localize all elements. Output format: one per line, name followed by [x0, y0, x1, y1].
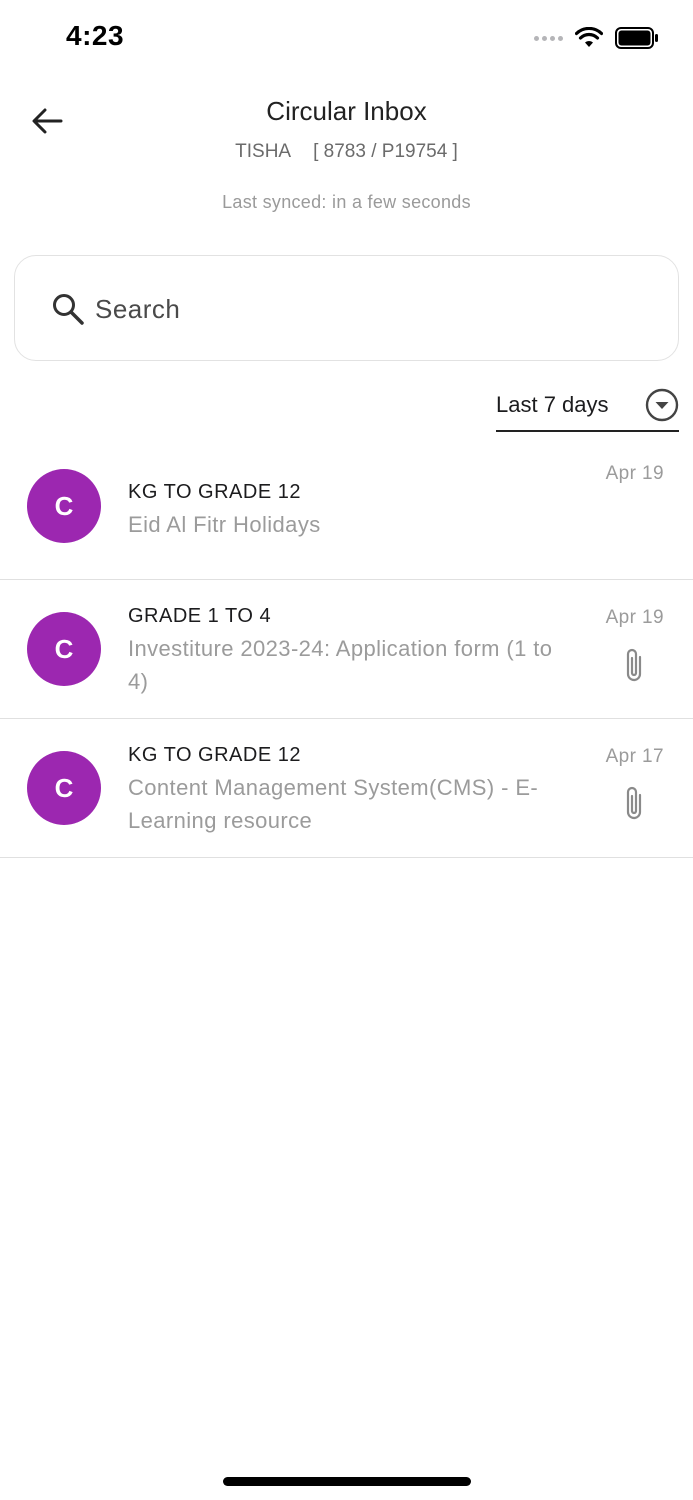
circular-item[interactable]: C KG TO GRADE 12 Eid Al Fitr Holidays Ap… [0, 438, 693, 580]
search-box[interactable] [14, 255, 679, 361]
page-title: Circular Inbox [266, 96, 427, 126]
student-name: TISHA [235, 141, 292, 162]
attachment-icon[interactable] [621, 646, 647, 686]
circular-date: Apr 19 [605, 607, 664, 628]
search-icon [53, 294, 84, 325]
circular-item[interactable]: C KG TO GRADE 12 Content Management Syst… [0, 719, 693, 858]
circular-subject: Content Management System(CMS) - E-Learn… [128, 775, 539, 833]
circular-item[interactable]: C GRADE 1 TO 4 Investiture 2023-24: Appl… [0, 580, 693, 719]
circular-subject: Investiture 2023-24: Application form (1… [128, 636, 553, 694]
filter-selected-value: Last 7 days [496, 392, 609, 417]
avatar: C [27, 469, 101, 543]
status-icons [534, 24, 659, 52]
attachment-icon[interactable] [621, 784, 647, 824]
circular-subject: Eid Al Fitr Holidays [128, 512, 321, 537]
circular-date: Apr 17 [605, 746, 664, 767]
circular-category: GRADE 1 TO 4 [128, 605, 272, 627]
search-input[interactable] [95, 284, 655, 334]
wifi-icon [575, 27, 603, 47]
avatar: C [27, 612, 101, 686]
date-range-filter[interactable]: Last 7 days [496, 384, 679, 432]
home-indicator [223, 1477, 471, 1486]
avatar: C [27, 751, 101, 825]
cellular-signal-icon [534, 35, 563, 41]
status-time: 4:23 [66, 20, 125, 51]
student-id: [ 8783 / P19754 ] [313, 141, 458, 162]
circular-category: KG TO GRADE 12 [128, 744, 301, 766]
battery-icon [615, 27, 658, 49]
chevron-down-icon [645, 388, 679, 422]
circular-inbox-screen: 4:23 Circular Inbox TISHA [ 8783 / P19754… [0, 0, 693, 1500]
status-bar: 4:23 [0, 0, 693, 76]
circular-date: Apr 19 [605, 463, 664, 484]
student-info: TISHA [ 8783 / P19754 ] [0, 141, 693, 163]
circular-list: C KG TO GRADE 12 Eid Al Fitr Holidays Ap… [0, 438, 693, 858]
sync-status: Last synced: in a few seconds [222, 192, 471, 212]
circular-category: KG TO GRADE 12 [128, 481, 301, 503]
